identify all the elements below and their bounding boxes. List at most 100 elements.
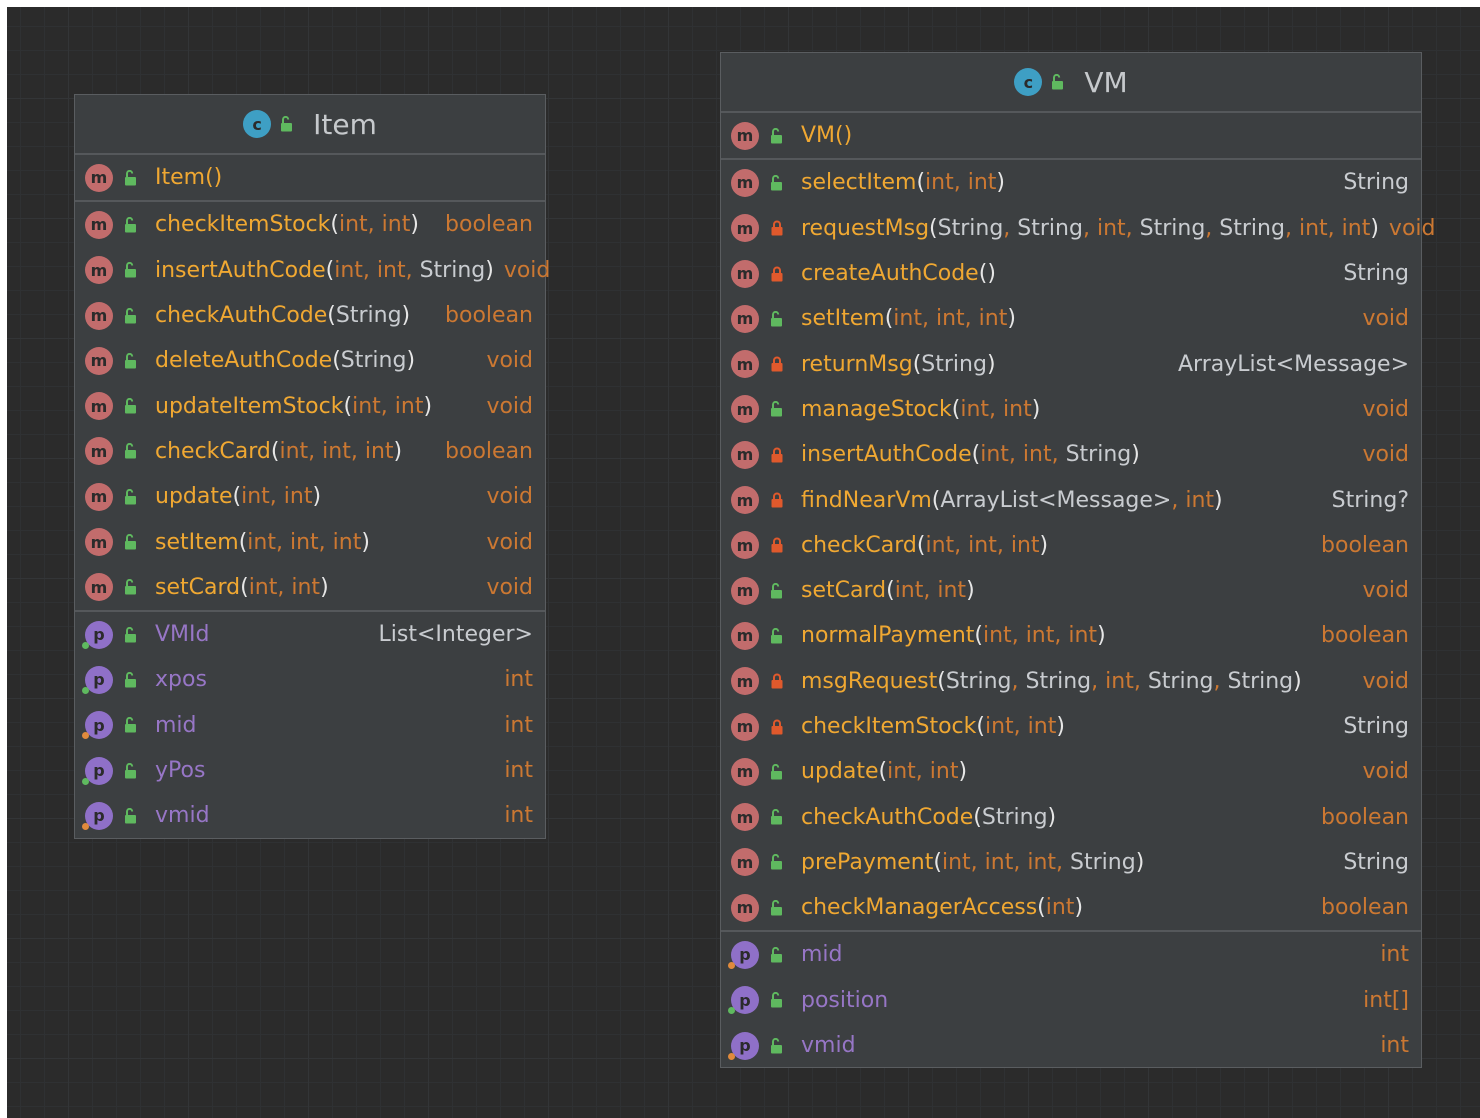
method-name: returnMsg	[801, 351, 913, 377]
method-row[interactable]: m checkAuthCode (String) boolean	[721, 794, 1421, 839]
method-params: (int, int)	[232, 484, 322, 510]
constructor-row[interactable]: m VM()	[721, 113, 1421, 158]
method-row[interactable]: m updateItemStock (int, int) void	[75, 383, 545, 428]
public-unlock-icon	[123, 626, 139, 644]
method-icon: m	[85, 482, 113, 511]
method-row[interactable]: m selectItem (int, int) String	[721, 160, 1421, 205]
method-params: (int, int, String)	[325, 257, 494, 283]
class-box-vm[interactable]: c VM m VM() m selectItem (int, int) String m requ…	[720, 52, 1435, 1068]
method-row[interactable]: m update (int, int) void	[721, 749, 1421, 794]
method-icon: m	[731, 350, 759, 379]
constructor-name: VM()	[801, 123, 853, 149]
private-lock-icon	[769, 491, 785, 509]
field-row[interactable]: p xpos int	[75, 657, 545, 702]
method-return-type: boolean	[1321, 804, 1409, 830]
method-params: (int, int, int)	[238, 529, 370, 555]
method-row[interactable]: m setCard (int, int) void	[721, 568, 1421, 613]
method-name: checkManagerAccess	[801, 895, 1038, 921]
constructor-row[interactable]: m Item()	[75, 155, 545, 200]
method-row[interactable]: m setCard (int, int) void	[75, 565, 545, 610]
method-return-type: void	[1362, 668, 1409, 694]
method-name: setItem	[155, 529, 239, 555]
public-unlock-icon	[123, 716, 139, 734]
public-unlock-icon	[279, 115, 295, 133]
field-row[interactable]: p yPos int	[75, 748, 545, 793]
field-row[interactable]: p vmid int	[721, 1023, 1421, 1068]
method-return-type: void	[1362, 442, 1409, 468]
method-return-type: String?	[1331, 487, 1409, 513]
method-row[interactable]: m msgRequest (String, String, int, String,…	[721, 659, 1421, 704]
class-box-item[interactable]: c Item m Item() m checkItemStock (int, int) boo…	[74, 94, 550, 839]
method-return-type: void	[1362, 396, 1409, 422]
field-row[interactable]: p mid int	[721, 932, 1421, 977]
field-name: position	[801, 987, 889, 1013]
method-params: (int, int)	[886, 578, 975, 604]
public-unlock-icon	[769, 946, 785, 964]
method-return-type: void	[1362, 578, 1409, 604]
method-return-type: void	[1362, 759, 1409, 785]
method-icon: m	[85, 437, 113, 466]
public-unlock-icon	[123, 216, 139, 234]
method-params: (int, int, int)	[974, 623, 1106, 649]
public-unlock-icon	[123, 533, 139, 551]
method-icon: m	[731, 259, 759, 288]
method-row[interactable]: m update (int, int) void	[75, 474, 545, 519]
field-type: int	[1380, 1033, 1409, 1059]
method-params: (String, String, int, String, String, in…	[929, 215, 1379, 241]
method-row[interactable]: m manageStock (int, int) void	[721, 387, 1421, 432]
property-icon: p	[82, 620, 113, 649]
method-row[interactable]: m checkAuthCode (String) boolean	[75, 293, 545, 338]
property-icon: p	[82, 756, 113, 785]
public-unlock-icon	[769, 853, 785, 871]
method-params: (int, int)	[878, 759, 968, 785]
method-row[interactable]: m setItem (int, int, int) void	[721, 296, 1421, 341]
method-row[interactable]: m createAuthCode() String	[721, 251, 1421, 296]
method-icon: m	[85, 210, 113, 239]
method-icon: m	[731, 395, 759, 424]
method-row[interactable]: m findNearVm (ArrayList<Message>, int) Stri…	[721, 477, 1421, 522]
method-row[interactable]: m checkItemStock (int, int) boolean	[75, 202, 545, 247]
field-row[interactable]: p vmid int	[75, 793, 545, 838]
field-row[interactable]: p VMId List<Integer>	[75, 612, 545, 657]
field-type: int	[504, 803, 533, 829]
class-header[interactable]: c VM	[721, 53, 1421, 113]
method-row[interactable]: m requestMsg (String, String, int, String,…	[721, 206, 1435, 251]
diagram-canvas[interactable]: c Item m Item() m checkItemStock (int, int) boo…	[7, 7, 1480, 1118]
method-row[interactable]: m insertAuthCode (int, int, String) void	[721, 432, 1421, 477]
fields-section: p VMId List<Integer> p xpos int p mid int p yPos in…	[75, 612, 545, 838]
method-row[interactable]: m deleteAuthCode (String) void	[75, 338, 545, 383]
method-row[interactable]: m setItem (int, int, int) void	[75, 519, 545, 564]
method-row[interactable]: m checkCard (int, int, int) boolean	[721, 523, 1421, 568]
method-row[interactable]: m checkItemStock (int, int) String	[721, 704, 1421, 749]
method-icon: m	[731, 121, 759, 150]
method-row[interactable]: m checkCard (int, int, int) boolean	[75, 429, 545, 474]
method-params: (String, String, int, String, String)	[937, 668, 1302, 694]
property-icon: p	[728, 986, 759, 1015]
method-row[interactable]: m checkManagerAccess (int) boolean	[721, 885, 1421, 930]
method-params: (int, int, int, String)	[933, 849, 1145, 875]
method-row[interactable]: m insertAuthCode (int, int, String) void	[75, 248, 550, 293]
method-return-type: void	[486, 393, 533, 419]
method-icon: m	[731, 757, 759, 786]
property-icon: p	[82, 711, 113, 740]
method-name: manageStock	[801, 396, 952, 422]
method-name: findNearVm	[801, 487, 932, 513]
public-unlock-icon	[769, 763, 785, 781]
method-name: deleteAuthCode	[155, 348, 333, 374]
method-row[interactable]: m returnMsg (String) ArrayList<Message>	[721, 341, 1421, 386]
field-type: int	[504, 667, 533, 693]
method-name: update	[155, 484, 233, 510]
field-row[interactable]: p position int[]	[721, 978, 1421, 1023]
method-name: checkCard	[155, 438, 271, 464]
public-unlock-icon	[123, 671, 139, 689]
method-name: insertAuthCode	[155, 257, 326, 283]
field-name: vmid	[155, 803, 210, 829]
method-row[interactable]: m normalPayment (int, int, int) boolean	[721, 613, 1421, 658]
field-row[interactable]: p mid int	[75, 703, 545, 748]
class-header[interactable]: c Item	[75, 95, 545, 155]
method-name: prePayment	[801, 849, 934, 875]
method-row[interactable]: m prePayment (int, int, int, String) String	[721, 840, 1421, 885]
method-icon: m	[731, 803, 759, 832]
method-return-type: ArrayList<Message>	[1178, 351, 1409, 377]
constructor-section: m Item()	[75, 155, 545, 203]
